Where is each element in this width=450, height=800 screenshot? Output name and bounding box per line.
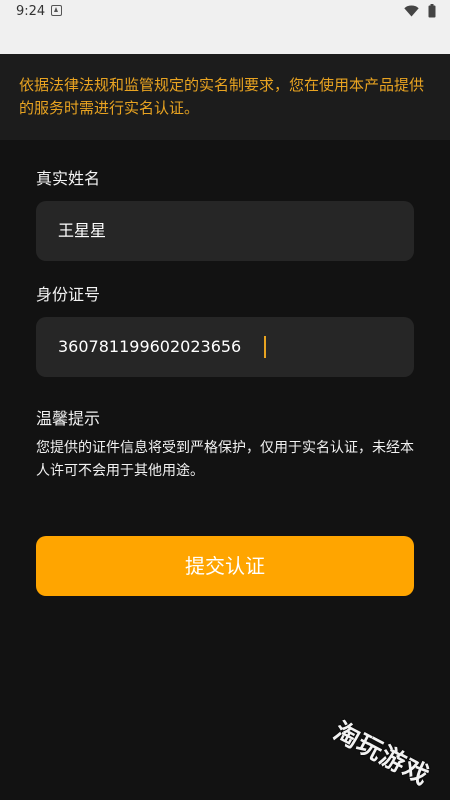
name-field[interactable]: [36, 201, 414, 261]
name-input[interactable]: [58, 201, 398, 261]
notice-banner: 依据法律法规和监管规定的实名制要求，您在使用本产品提供的服务时需进行实名认证。: [0, 54, 450, 140]
battery-icon: [428, 4, 436, 18]
tips-title: 温馨提示: [36, 409, 101, 428]
submit-button[interactable]: 提交认证: [36, 536, 414, 596]
status-icons: [404, 4, 436, 18]
real-name-verification-screen: 9:24 依据法律法规和监管规定的实名制要求，您在使用本产品提供的服务时需进行实…: [0, 0, 450, 800]
id-number-field[interactable]: [36, 317, 414, 377]
id-number-label: 身份证号: [36, 285, 101, 304]
status-bar: 9:24: [0, 0, 450, 54]
tips-body: 您提供的证件信息将受到严格保护，仅用于实名认证，未经本人许可不会用于其他用途。: [36, 440, 414, 479]
name-label: 真实姓名: [36, 169, 101, 188]
notification-icon: [51, 5, 62, 16]
status-time: 9:24: [16, 4, 46, 19]
watermark-logo: 淘玩游戏: [329, 716, 435, 791]
notice-text: 依据法律法规和监管规定的实名制要求，您在使用本产品提供的服务时需进行实名认证。: [19, 76, 425, 117]
wifi-icon: [404, 5, 419, 17]
id-number-input[interactable]: [58, 317, 398, 377]
text-cursor: [264, 336, 266, 358]
